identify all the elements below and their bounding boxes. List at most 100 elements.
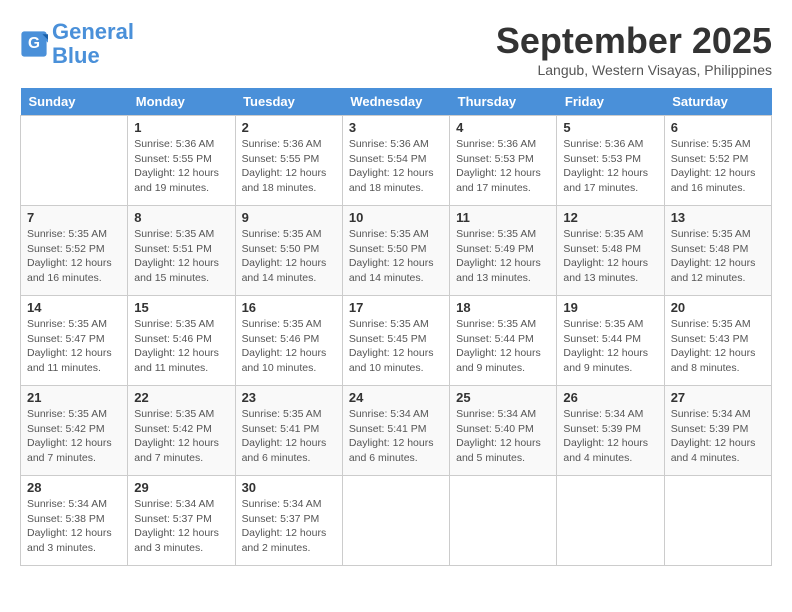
week-row-1: 1 Sunrise: 5:36 AM Sunset: 5:55 PM Daylig… — [21, 116, 772, 206]
calendar-cell: 7 Sunrise: 5:35 AM Sunset: 5:52 PM Daylig… — [21, 206, 128, 296]
day-number: 15 — [134, 300, 228, 315]
day-number: 21 — [27, 390, 121, 405]
weekday-header-sunday: Sunday — [21, 88, 128, 116]
day-info: Sunrise: 5:35 AM Sunset: 5:52 PM Dayligh… — [27, 227, 121, 286]
calendar-cell: 9Sunrise: 5:35 AM Sunset: 5:50 PM Daylig… — [235, 206, 342, 296]
weekday-header-monday: Monday — [128, 88, 235, 116]
calendar-cell: 26 Sunrise: 5:34 AM Sunset: 5:39 PM Dayli… — [557, 386, 664, 476]
day-number: 8 — [134, 210, 228, 225]
day-number: 25 — [456, 390, 550, 405]
day-info: Sunrise: 5:35 AM Sunset: 5:46 PM Dayligh… — [242, 317, 336, 376]
calendar-table: SundayMondayTuesdayWednesdayThursdayFrid… — [20, 88, 772, 566]
day-number: 20 — [671, 300, 765, 315]
day-info: Sunrise: 5:34 AM Sunset: 5:38 PM Dayligh… — [27, 497, 121, 556]
calendar-cell — [664, 476, 771, 566]
day-info: Sunrise: 5:34 AM Sunset: 5:39 PM Dayligh… — [563, 407, 657, 466]
calendar-cell: 20Sunrise: 5:35 AM Sunset: 5:43 PM Dayli… — [664, 296, 771, 386]
calendar-cell: 6 Sunrise: 5:35 AM Sunset: 5:52 PM Daylig… — [664, 116, 771, 206]
day-info: Sunrise: 5:35 AM Sunset: 5:48 PM Dayligh… — [671, 227, 765, 286]
day-number: 4 — [456, 120, 550, 135]
calendar-cell: 1 Sunrise: 5:36 AM Sunset: 5:55 PM Daylig… — [128, 116, 235, 206]
day-info: Sunrise: 5:34 AM Sunset: 5:41 PM Dayligh… — [349, 407, 443, 466]
day-number: 12 — [563, 210, 657, 225]
day-info: Sunrise: 5:34 AM Sunset: 5:37 PM Dayligh… — [242, 497, 336, 556]
calendar-cell: 19Sunrise: 5:35 AM Sunset: 5:44 PM Dayli… — [557, 296, 664, 386]
calendar-cell — [21, 116, 128, 206]
calendar-cell: 28 Sunrise: 5:34 AM Sunset: 5:38 PM Dayli… — [21, 476, 128, 566]
day-number: 5 — [563, 120, 657, 135]
title-block: September 2025 Langub, Western Visayas, … — [496, 20, 772, 78]
day-info: Sunrise: 5:34 AM Sunset: 5:37 PM Dayligh… — [134, 497, 228, 556]
week-row-2: 7 Sunrise: 5:35 AM Sunset: 5:52 PM Daylig… — [21, 206, 772, 296]
day-info: Sunrise: 5:35 AM Sunset: 5:48 PM Dayligh… — [563, 227, 657, 286]
week-row-5: 28 Sunrise: 5:34 AM Sunset: 5:38 PM Dayli… — [21, 476, 772, 566]
calendar-cell: 3Sunrise: 5:36 AM Sunset: 5:54 PM Daylig… — [342, 116, 449, 206]
calendar-cell: 23 Sunrise: 5:35 AM Sunset: 5:41 PM Dayli… — [235, 386, 342, 476]
day-number: 27 — [671, 390, 765, 405]
calendar-cell: 10Sunrise: 5:35 AM Sunset: 5:50 PM Dayli… — [342, 206, 449, 296]
day-number: 14 — [27, 300, 121, 315]
day-number: 17 — [349, 300, 443, 315]
calendar-cell — [342, 476, 449, 566]
day-number: 24 — [349, 390, 443, 405]
calendar-cell: 24 Sunrise: 5:34 AM Sunset: 5:41 PM Dayli… — [342, 386, 449, 476]
day-number: 18 — [456, 300, 550, 315]
weekday-header-friday: Friday — [557, 88, 664, 116]
calendar-cell: 27 Sunrise: 5:34 AM Sunset: 5:39 PM Dayli… — [664, 386, 771, 476]
day-info: Sunrise: 5:35 AM Sunset: 5:46 PM Dayligh… — [134, 317, 228, 376]
day-info: Sunrise: 5:34 AM Sunset: 5:40 PM Dayligh… — [456, 407, 550, 466]
day-number: 30 — [242, 480, 336, 495]
day-info: Sunrise: 5:36 AM Sunset: 5:53 PM Dayligh… — [456, 137, 550, 196]
calendar-cell — [557, 476, 664, 566]
logo-line2: Blue — [52, 43, 100, 68]
day-info: Sunrise: 5:35 AM Sunset: 5:52 PM Dayligh… — [671, 137, 765, 196]
calendar-cell: 8 Sunrise: 5:35 AM Sunset: 5:51 PM Daylig… — [128, 206, 235, 296]
day-info: Sunrise: 5:36 AM Sunset: 5:54 PM Dayligh… — [349, 137, 443, 196]
logo-icon: G — [20, 30, 48, 58]
day-number: 9 — [242, 210, 336, 225]
calendar-cell: 12 Sunrise: 5:35 AM Sunset: 5:48 PM Dayli… — [557, 206, 664, 296]
day-number: 16 — [242, 300, 336, 315]
location: Langub, Western Visayas, Philippines — [496, 62, 772, 78]
day-number: 19 — [563, 300, 657, 315]
day-info: Sunrise: 5:35 AM Sunset: 5:41 PM Dayligh… — [242, 407, 336, 466]
svg-text:G: G — [28, 35, 40, 52]
day-info: Sunrise: 5:35 AM Sunset: 5:45 PM Dayligh… — [349, 317, 443, 376]
day-number: 23 — [242, 390, 336, 405]
weekday-header-tuesday: Tuesday — [235, 88, 342, 116]
day-number: 28 — [27, 480, 121, 495]
day-info: Sunrise: 5:35 AM Sunset: 5:49 PM Dayligh… — [456, 227, 550, 286]
calendar-cell: 25 Sunrise: 5:34 AM Sunset: 5:40 PM Dayli… — [450, 386, 557, 476]
calendar-cell: 13 Sunrise: 5:35 AM Sunset: 5:48 PM Dayli… — [664, 206, 771, 296]
day-number: 13 — [671, 210, 765, 225]
calendar-cell — [450, 476, 557, 566]
calendar-cell: 2Sunrise: 5:36 AM Sunset: 5:55 PM Daylig… — [235, 116, 342, 206]
day-info: Sunrise: 5:34 AM Sunset: 5:39 PM Dayligh… — [671, 407, 765, 466]
day-info: Sunrise: 5:36 AM Sunset: 5:55 PM Dayligh… — [134, 137, 228, 196]
calendar-cell: 14 Sunrise: 5:35 AM Sunset: 5:47 PM Dayli… — [21, 296, 128, 386]
day-info: Sunrise: 5:35 AM Sunset: 5:47 PM Dayligh… — [27, 317, 121, 376]
day-info: Sunrise: 5:36 AM Sunset: 5:55 PM Dayligh… — [242, 137, 336, 196]
calendar-cell: 30 Sunrise: 5:34 AM Sunset: 5:37 PM Dayli… — [235, 476, 342, 566]
calendar-cell: 21Sunrise: 5:35 AM Sunset: 5:42 PM Dayli… — [21, 386, 128, 476]
calendar-cell: 4 Sunrise: 5:36 AM Sunset: 5:53 PM Daylig… — [450, 116, 557, 206]
header: G General Blue September 2025 Langub, We… — [20, 20, 772, 78]
day-number: 6 — [671, 120, 765, 135]
week-row-3: 14 Sunrise: 5:35 AM Sunset: 5:47 PM Dayli… — [21, 296, 772, 386]
calendar-cell: 5Sunrise: 5:36 AM Sunset: 5:53 PM Daylig… — [557, 116, 664, 206]
calendar-cell: 11 Sunrise: 5:35 AM Sunset: 5:49 PM Dayli… — [450, 206, 557, 296]
day-number: 11 — [456, 210, 550, 225]
weekday-header-thursday: Thursday — [450, 88, 557, 116]
weekday-header-row: SundayMondayTuesdayWednesdayThursdayFrid… — [21, 88, 772, 116]
logo-text: General Blue — [52, 20, 134, 68]
day-number: 29 — [134, 480, 228, 495]
day-info: Sunrise: 5:35 AM Sunset: 5:51 PM Dayligh… — [134, 227, 228, 286]
day-info: Sunrise: 5:35 AM Sunset: 5:44 PM Dayligh… — [456, 317, 550, 376]
calendar-cell: 15 Sunrise: 5:35 AM Sunset: 5:46 PM Dayli… — [128, 296, 235, 386]
month-title: September 2025 — [496, 20, 772, 62]
day-number: 1 — [134, 120, 228, 135]
calendar-cell: 22Sunrise: 5:35 AM Sunset: 5:42 PM Dayli… — [128, 386, 235, 476]
day-number: 7 — [27, 210, 121, 225]
day-number: 26 — [563, 390, 657, 405]
day-number: 22 — [134, 390, 228, 405]
